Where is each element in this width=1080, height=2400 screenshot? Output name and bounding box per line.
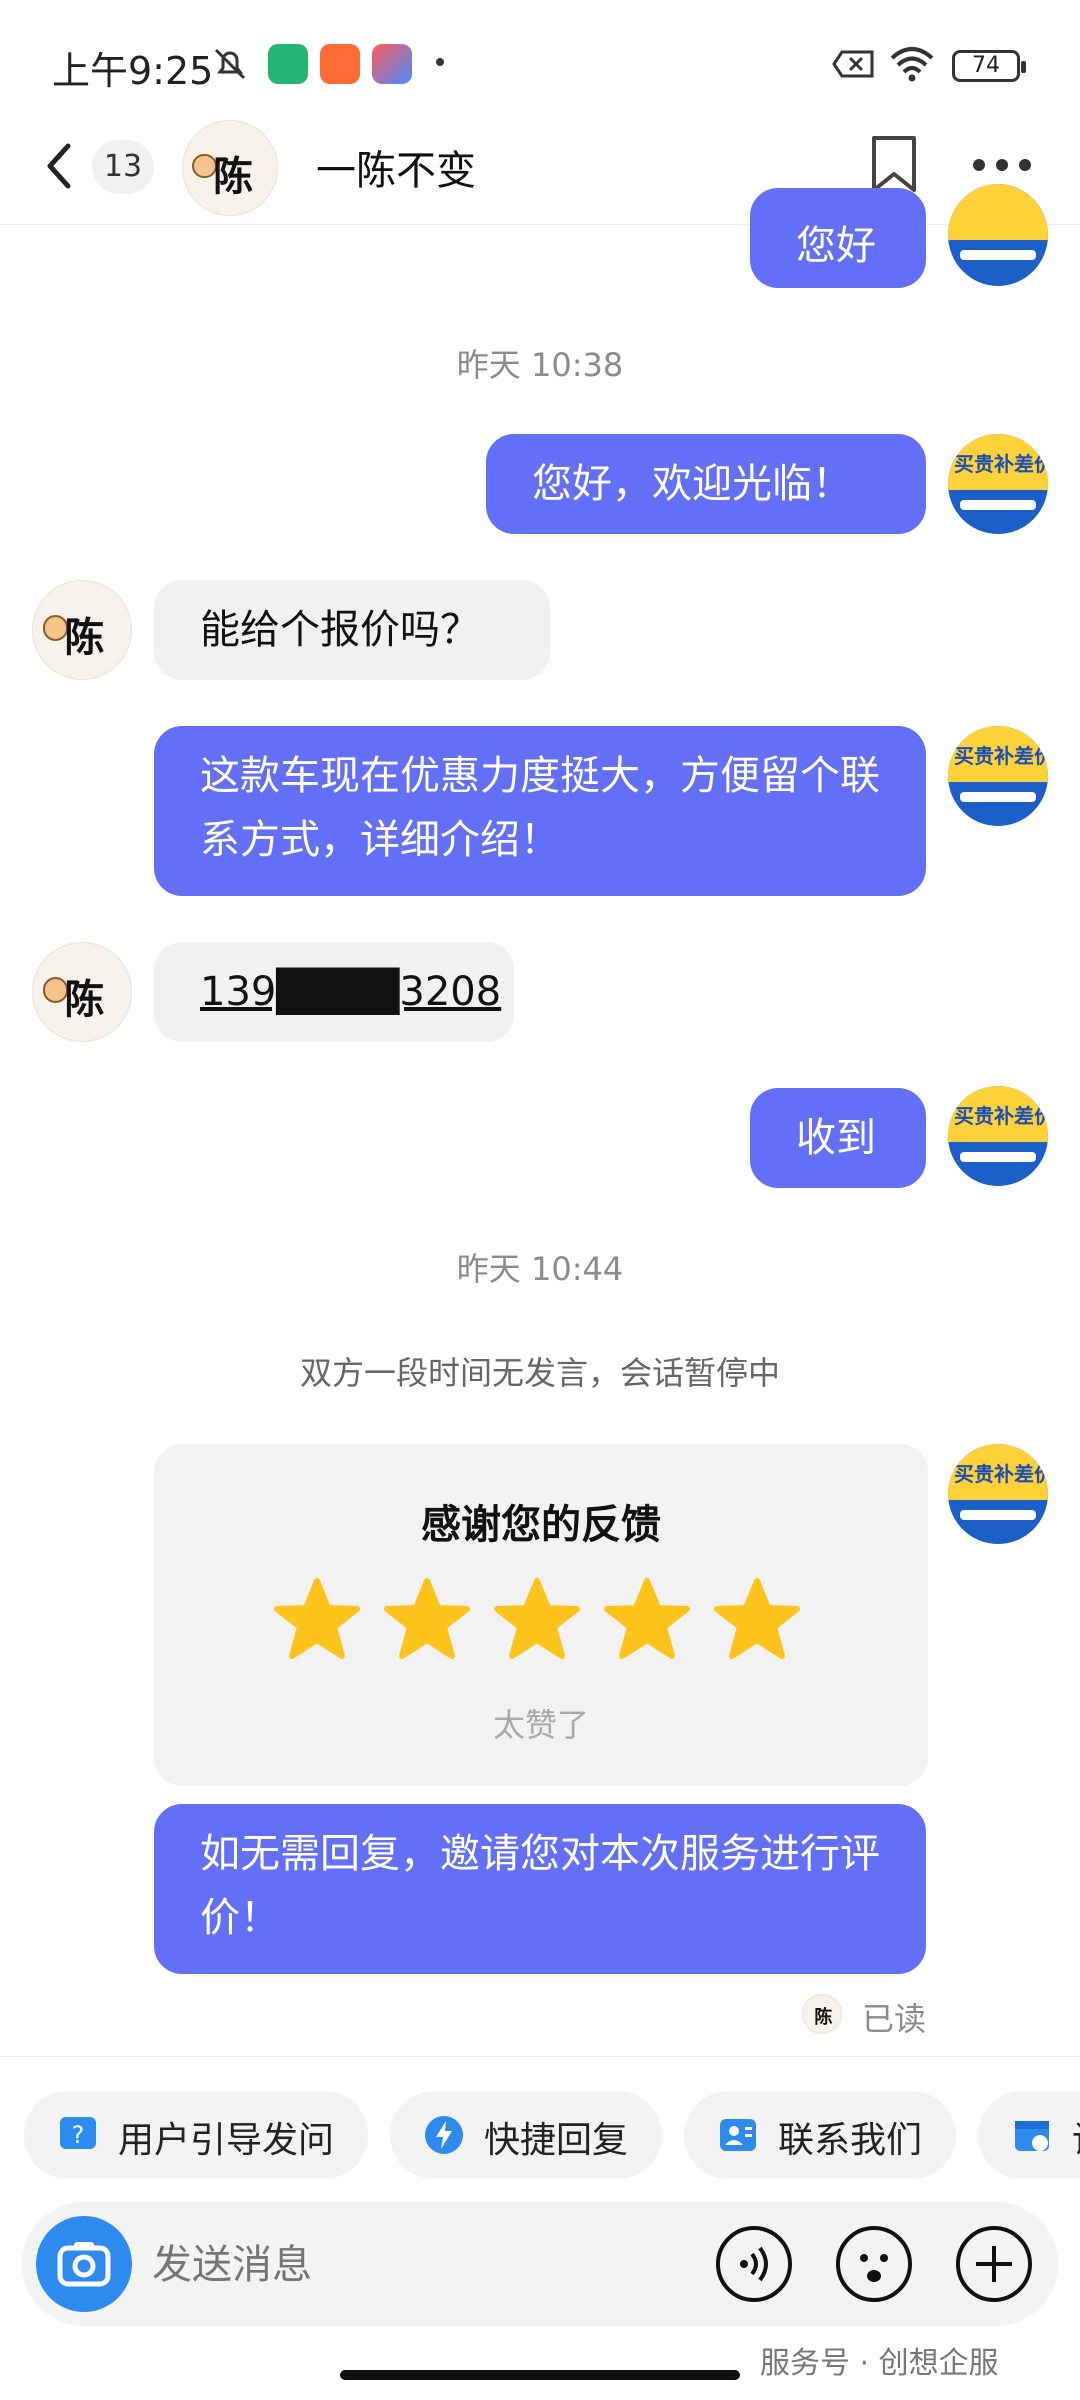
chip-quick-reply[interactable]: 快捷回复 <box>390 2091 662 2179</box>
avatar-char: 陈 <box>213 153 254 200</box>
message-bubble-outgoing[interactable]: 如无需回复，邀请您对本次服务进行评价！ <box>154 1804 926 1974</box>
no-sim-icon <box>832 44 874 84</box>
brand-avatar[interactable]: 买贵补差价 <box>948 726 1048 826</box>
svg-text:?: ? <box>72 2121 85 2149</box>
voice-button[interactable] <box>714 2224 794 2304</box>
brand-avatar[interactable]: 买贵补差价 <box>948 1086 1048 1186</box>
message-text: 您好 <box>796 223 876 269</box>
app-notification-icon <box>268 44 308 84</box>
emoji-icon <box>836 2226 912 2302</box>
contact-avatar[interactable]: 陈 <box>32 942 132 1042</box>
message-bubble-outgoing[interactable]: 您好 <box>750 188 926 288</box>
lightning-icon <box>425 2116 463 2154</box>
timestamp: 昨天 10:44 <box>456 1250 624 1288</box>
camera-button[interactable] <box>36 2216 132 2312</box>
read-receipt: 已读 <box>862 2000 927 2038</box>
contact-avatar[interactable]: 陈 <box>32 580 132 680</box>
chip-contact-us[interactable]: 联系我们 <box>684 2091 956 2179</box>
back-button[interactable] <box>40 138 80 194</box>
unread-count-badge[interactable]: 13 <box>92 140 154 194</box>
star-icon[interactable] <box>494 1578 580 1660</box>
message-bubble-outgoing[interactable]: 这款车现在优惠力度挺大，方便留个联系方式，详细介绍！ <box>154 726 926 896</box>
plus-icon <box>956 2226 1032 2302</box>
rating-card: 感谢您的反馈 太赞了 <box>154 1444 928 1786</box>
chip-label: 快捷回复 <box>484 2120 629 2161</box>
contacts-icon <box>720 2119 756 2151</box>
timestamp: 昨天 10:38 <box>456 346 624 384</box>
star-icon[interactable] <box>604 1578 690 1660</box>
app-icon <box>372 44 412 84</box>
camera-icon <box>57 2242 111 2287</box>
brand-avatar[interactable] <box>948 184 1048 286</box>
contact-avatar[interactable]: 陈 <box>182 120 278 216</box>
contact-name[interactable]: 一陈不变 <box>316 138 476 196</box>
message-bubble-incoming[interactable]: 139████3208 <box>154 942 514 1042</box>
system-notice: 双方一段时间无发言，会话暂停中 <box>299 1354 780 1392</box>
status-time: 上午9:25 <box>52 49 214 93</box>
message-bubble-incoming[interactable]: 能给个报价吗？ <box>154 580 550 680</box>
more-options-icon[interactable] <box>970 156 1034 174</box>
chip-user-guide[interactable]: ? 用户引导发问 <box>24 2091 368 2179</box>
watermark: 服务号 · 创想企服 <box>760 2346 999 2381</box>
chip-label: 用户引导发问 <box>118 2120 335 2161</box>
emoji-button[interactable] <box>834 2224 914 2304</box>
calendar-icon <box>1015 2121 1049 2151</box>
chip-label: 设 <box>1072 2111 1080 2163</box>
question-icon: ? <box>60 2117 96 2149</box>
message-bubble-outgoing[interactable]: 您好，欢迎光临！ <box>486 434 926 534</box>
message-input[interactable] <box>152 2238 712 2292</box>
mute-icon <box>210 44 250 84</box>
home-indicator[interactable] <box>340 2370 740 2380</box>
message-input-bar <box>22 2202 1058 2326</box>
brand-avatar[interactable]: 买贵补差价 <box>948 434 1048 534</box>
quick-reply-bar: ? 用户引导发问 快捷回复 联系我们 设 <box>0 2056 1080 2186</box>
rating-title: 感谢您的反馈 <box>421 1502 661 1548</box>
read-receipt-avatar: 陈 <box>802 1994 842 2034</box>
message-bubble-outgoing[interactable]: 收到 <box>750 1088 926 1188</box>
store-notification-icon <box>320 44 360 84</box>
star-icon[interactable] <box>274 1578 360 1660</box>
star-icon[interactable] <box>384 1578 470 1660</box>
wifi-icon <box>890 44 934 84</box>
phone-number-link[interactable]: 139████3208 <box>200 969 501 1015</box>
chip-appointment[interactable]: 设 <box>978 2091 1080 2179</box>
more-notifications-icon <box>436 58 444 66</box>
rating-caption: 太赞了 <box>492 1706 589 1744</box>
brand-avatar[interactable]: 买贵补差价 <box>948 1444 1048 1544</box>
star-icon[interactable] <box>714 1578 800 1660</box>
add-button[interactable] <box>954 2224 1034 2304</box>
chip-label: 联系我们 <box>778 2120 923 2161</box>
voice-icon <box>716 2226 792 2302</box>
bookmark-icon[interactable] <box>868 134 920 194</box>
battery-indicator: 74 <box>952 50 1026 82</box>
